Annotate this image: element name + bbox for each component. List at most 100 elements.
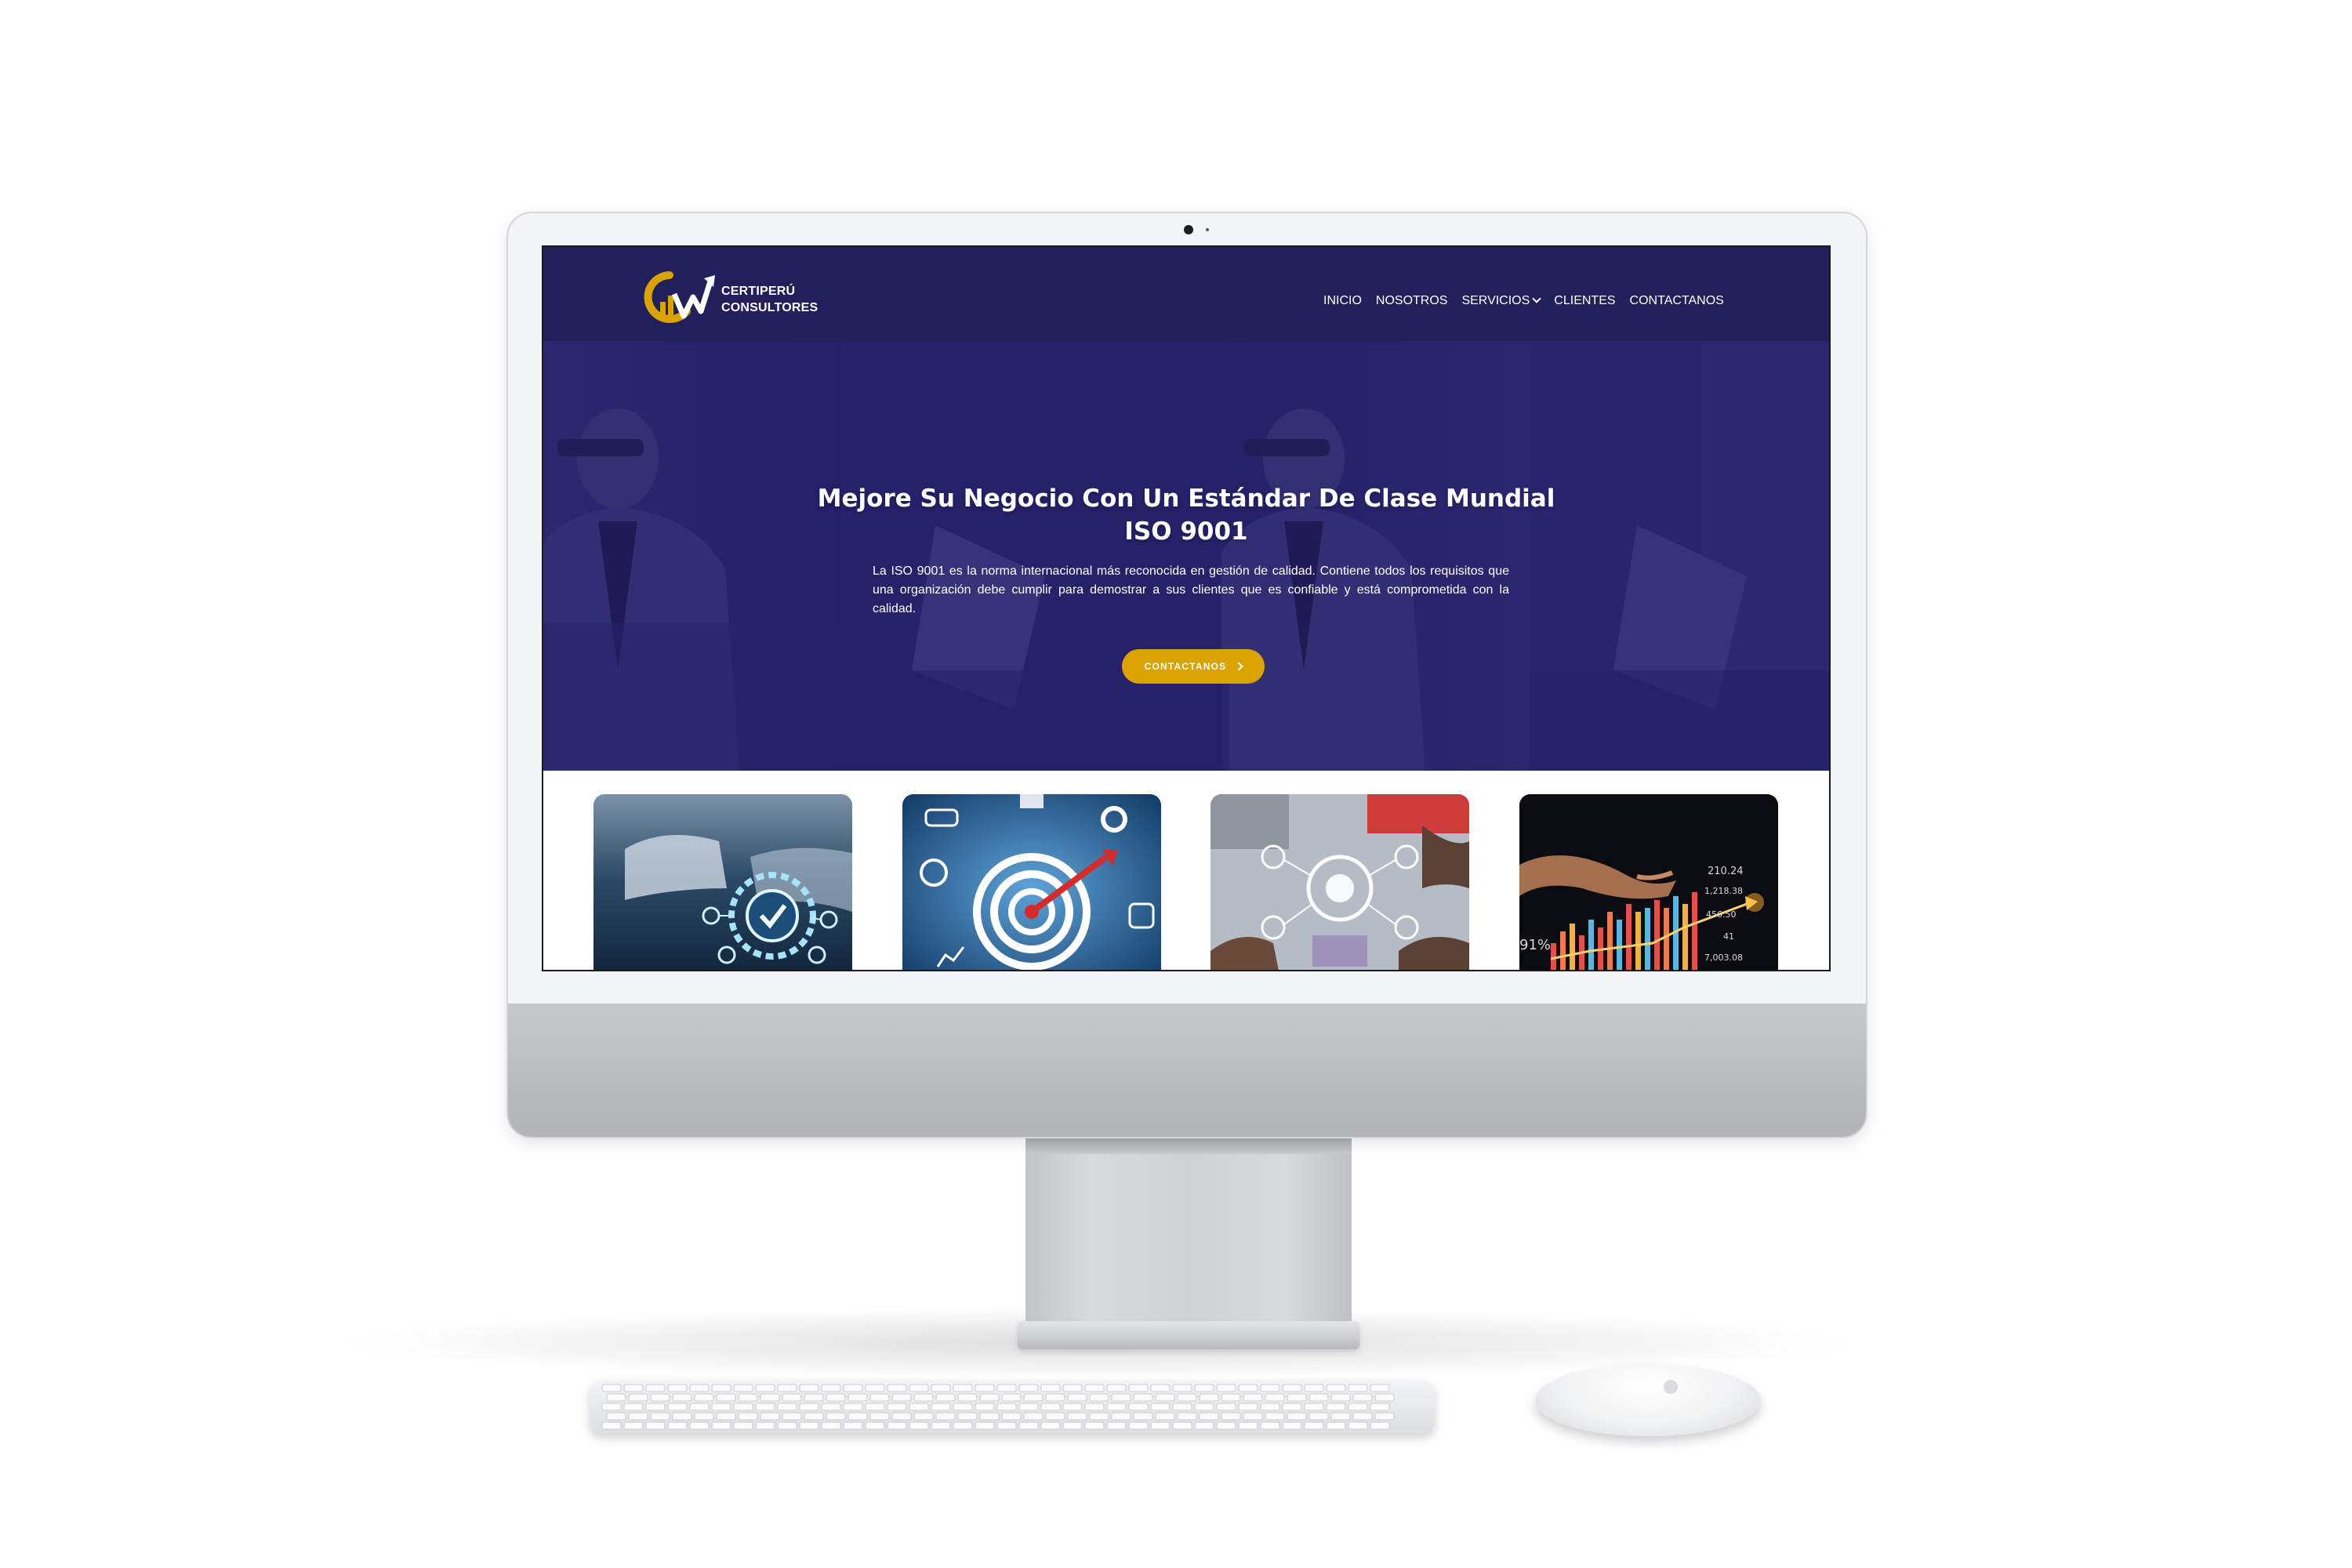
keyboard-key	[996, 1403, 1017, 1411]
chart-label-6: 91%	[1519, 937, 1551, 953]
keyboard-key	[1352, 1412, 1373, 1421]
keyboard-key	[1018, 1403, 1039, 1411]
contactanos-button-label: CONTACTANOS	[1144, 661, 1227, 672]
keyboard-key	[1001, 1412, 1022, 1421]
service-card-network[interactable]	[1210, 794, 1469, 970]
keyboard-key	[1128, 1384, 1149, 1392]
keyboard-key	[1216, 1421, 1236, 1430]
keyboard-key	[623, 1384, 644, 1392]
keyboard-key	[1172, 1384, 1192, 1392]
keyboard-key	[1374, 1412, 1395, 1421]
keyboard-key	[689, 1403, 710, 1411]
keyboard-key	[645, 1384, 666, 1392]
service-card-growth[interactable]: 210.24 1,218.38 456.50 41 7,003.08 91%	[1519, 794, 1778, 970]
keyboard-key	[1282, 1384, 1302, 1392]
keyboard-key	[672, 1412, 692, 1421]
nav-item-inicio[interactable]: INICIO	[1323, 294, 1362, 308]
keyboard-key	[843, 1384, 863, 1392]
keyboard-key	[628, 1393, 648, 1402]
keyboard-key	[1216, 1384, 1236, 1392]
nav-item-contactanos[interactable]: CONTACTANOS	[1630, 294, 1724, 308]
keyboard-key	[1106, 1421, 1127, 1430]
keyboard-key	[804, 1412, 824, 1421]
keyboard-key	[909, 1403, 929, 1411]
financial-growth-chart-icon: 210.24 1,218.38 456.50 41 7,003.08 91%	[1519, 794, 1778, 970]
keyboard-key	[1133, 1412, 1153, 1421]
keyboard-key	[799, 1421, 819, 1430]
keyboard-key	[1155, 1412, 1175, 1421]
keyboard-key	[667, 1421, 688, 1430]
keyboard-key	[975, 1403, 995, 1411]
keyboard-key	[1084, 1403, 1105, 1411]
keyboard-key	[733, 1384, 753, 1392]
keyboard-key	[1352, 1393, 1373, 1402]
keyboard-key	[1238, 1384, 1258, 1392]
hero-title: Mejore Su Negocio Con Un Estándar De Cla…	[810, 482, 1563, 548]
service-cards-row: 210.24 1,218.38 456.50 41 7,003.08 91%	[543, 771, 1829, 970]
keyboard-key	[1330, 1412, 1351, 1421]
keyboard-key	[979, 1412, 1000, 1421]
hero-color-overlay	[543, 341, 1829, 771]
keyboard-key	[913, 1412, 934, 1421]
keyboard-key	[887, 1384, 907, 1392]
keyboard-key	[623, 1403, 644, 1411]
keyboard-key	[1023, 1412, 1044, 1421]
keyboard-key	[1023, 1393, 1044, 1402]
keyboard-key	[694, 1393, 714, 1402]
keyboard-key	[1040, 1384, 1061, 1392]
keyboard-key	[1128, 1421, 1149, 1430]
keyboard-key	[1265, 1393, 1285, 1402]
keyboard-key	[953, 1421, 973, 1430]
keyboard-key	[606, 1412, 626, 1421]
keyboard-key	[782, 1412, 802, 1421]
keyboard-key	[1111, 1412, 1131, 1421]
keyboard-key	[1194, 1403, 1214, 1411]
keyboard-key	[1045, 1412, 1065, 1421]
keyboard-key	[848, 1393, 868, 1402]
keyboard-key	[887, 1403, 907, 1411]
keyboard-key	[1194, 1421, 1214, 1430]
chart-label-5: 7,003.08	[1704, 953, 1743, 963]
service-card-target[interactable]	[902, 794, 1161, 970]
nav-item-servicios-label: SERVICIOS	[1461, 294, 1530, 307]
site-logo[interactable]: CERTIPERÚ CONSULTORES	[643, 270, 862, 325]
keyboard-key	[650, 1393, 670, 1402]
keyboard-key	[1238, 1403, 1258, 1411]
keyboard-key	[601, 1403, 622, 1411]
keyboard-key	[1128, 1403, 1149, 1411]
keyboard-key	[843, 1421, 863, 1430]
camera-led	[1206, 228, 1209, 231]
keyboard-key	[716, 1412, 736, 1421]
nav-item-nosotros[interactable]: NOSOTROS	[1376, 294, 1448, 308]
keyboard-key	[869, 1393, 890, 1402]
keyboard-key	[1155, 1393, 1175, 1402]
keyboard-key	[996, 1384, 1017, 1392]
keyboard-key	[953, 1384, 973, 1392]
website-screen: CERTIPERÚ CONSULTORES INICIO NOSOTROS SE…	[543, 247, 1829, 970]
keyboard-key	[1172, 1403, 1192, 1411]
keyboard	[590, 1380, 1435, 1433]
nav-item-clientes[interactable]: CLIENTES	[1554, 294, 1615, 308]
keyboard-key	[1199, 1412, 1219, 1421]
keyboard-key	[1084, 1384, 1105, 1392]
keyboard-key	[848, 1412, 868, 1421]
monitor-chin	[508, 1004, 1866, 1137]
keyboard-key	[1150, 1403, 1171, 1411]
keyboard-key	[760, 1393, 780, 1402]
keyboard-key	[1260, 1421, 1280, 1430]
keyboard-key	[1221, 1412, 1241, 1421]
keyboard-key	[1304, 1384, 1324, 1392]
keyboard-key	[650, 1412, 670, 1421]
keyboard-key	[667, 1403, 688, 1411]
keyboard-key	[865, 1403, 885, 1411]
keyboard-key	[628, 1412, 648, 1421]
keyboard-key	[1177, 1412, 1197, 1421]
keyboard-key	[689, 1384, 710, 1392]
keyboard-key	[1304, 1421, 1324, 1430]
keyboard-key	[1374, 1393, 1395, 1402]
contactanos-button[interactable]: CONTACTANOS	[1122, 649, 1265, 684]
keyboard-key	[1304, 1403, 1324, 1411]
keyboard-key	[777, 1403, 797, 1411]
nav-item-servicios[interactable]: SERVICIOS	[1461, 294, 1541, 308]
service-card-quality[interactable]	[593, 794, 852, 970]
